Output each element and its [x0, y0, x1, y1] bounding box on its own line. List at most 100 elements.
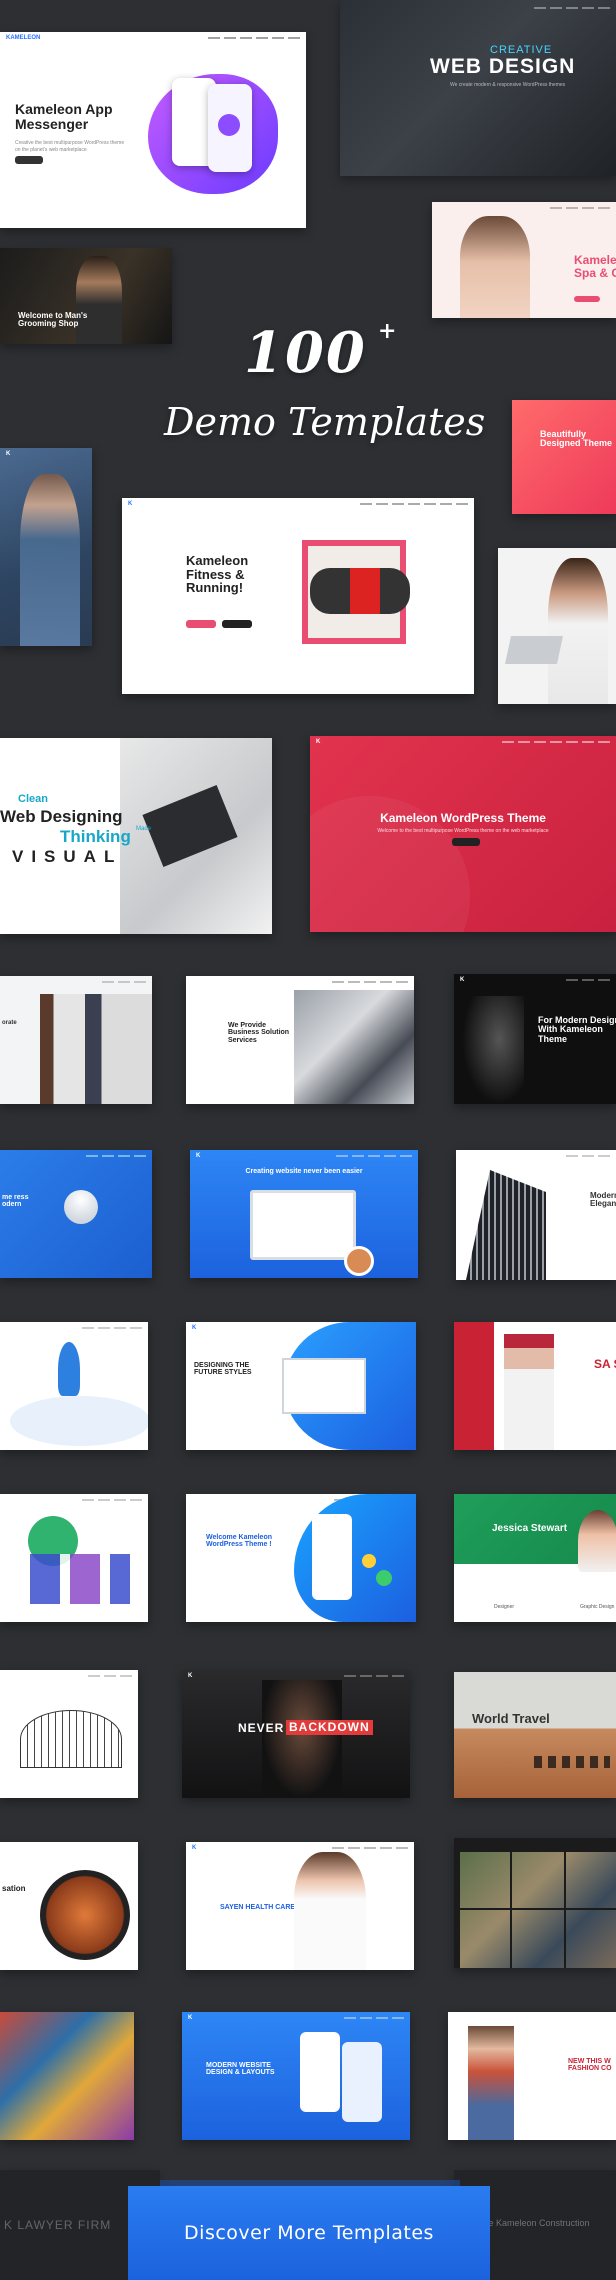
demo-elegant-building[interactable]: Modern Elegan — [456, 1150, 616, 1280]
portrait-man — [468, 2026, 514, 2140]
demo-business-man[interactable]: K — [0, 448, 92, 646]
demo-button — [186, 620, 216, 628]
demo-left-label: Designer — [494, 1604, 515, 1610]
demo-title: We Provide Business Solution Services — [228, 1022, 290, 1044]
hero-subtitle: Demo Templates — [164, 400, 486, 444]
demo-modern-design[interactable]: K For Modern Design With Kameleon Theme — [454, 974, 616, 1104]
demo-fitness[interactable]: K Kameleon Fitness & Running! — [122, 498, 474, 694]
demo-line-3: Thinking — [60, 827, 131, 846]
demo-description: Creative the best multipurpose WordPress… — [15, 140, 125, 153]
logo: KAMELEON — [6, 35, 41, 41]
demo-title: NEVER — [238, 1721, 285, 1735]
demo-health-care[interactable]: K SAYEN HEALTH CARE — [186, 1842, 414, 1970]
demo-title: K LAWYER FIRM — [4, 2218, 112, 2232]
portrait-woman — [460, 216, 530, 318]
hero-plus: + — [378, 318, 397, 344]
demo-title: NEW THIS W FASHION CO — [568, 2058, 612, 2073]
portrait-woman — [578, 1510, 616, 1572]
demo-line-1: Clean — [18, 793, 48, 805]
demo-app-messenger[interactable]: KAMELEON Kameleon App Messenger Creative… — [0, 32, 306, 228]
laptop-mockup — [282, 1358, 366, 1414]
demo-title: SAYEN HEALTH CARE — [220, 1904, 296, 1911]
demo-title: Beautifully Designed Theme — [540, 429, 613, 449]
demo-grooming[interactable]: Welcome to Man's Grooming Shop — [0, 248, 172, 344]
demo-wordpress-blue[interactable]: me ress odern — [0, 1150, 152, 1278]
demo-sale-fashion[interactable]: SA ST — [454, 1322, 616, 1450]
demo-line-3b: Made — [136, 826, 152, 832]
demo-clean-design[interactable]: Clean Web Designing Thinking Made VISUAL — [0, 738, 272, 934]
demo-welcome-wordpress[interactable]: Welcome Kameleon WordPress Theme ! — [186, 1494, 416, 1622]
demo-title: Jessica Stewart — [492, 1523, 568, 1534]
phone-mockup — [300, 2032, 340, 2112]
demo-business-solution[interactable]: We Provide Business Solution Services — [186, 976, 414, 1104]
portrait-man — [76, 256, 122, 344]
portrait-woman — [548, 558, 608, 704]
cloud-shape — [10, 1396, 148, 1446]
demo-future-styles[interactable]: K DESIGNING THE FUTURE STYLES — [186, 1322, 416, 1450]
demo-jessica-stewart[interactable]: Jessica Stewart Designer Graphic Design — [454, 1494, 616, 1622]
portrait-man — [20, 474, 80, 646]
clock-object — [344, 1246, 374, 1276]
demo-line-4: VISUAL — [12, 847, 123, 866]
demo-restaurant[interactable]: sation — [0, 1842, 138, 1970]
demo-title: Welcome to Man's Grooming Shop — [18, 311, 88, 329]
building-photo — [466, 1170, 546, 1280]
demo-title: DESIGNING THE FUTURE STYLES — [194, 1362, 252, 1377]
demo-title: WEB DESIGN — [430, 55, 576, 78]
demo-title: World Travel — [472, 1711, 550, 1726]
food-bowl — [40, 1870, 130, 1960]
demo-beautiful-theme[interactable]: Beautifully Designed Theme — [512, 400, 616, 514]
demo-title: SA ST — [594, 1357, 616, 1371]
doctor-photo — [294, 1852, 366, 1970]
demo-title: Creating website never been easier — [245, 1168, 363, 1175]
demo-wordpress-theme[interactable]: K Kameleon WordPress Theme Welcome to th… — [310, 736, 616, 932]
circle-green — [376, 1570, 392, 1586]
team-photo — [294, 990, 414, 1104]
sphere-object — [56, 1182, 106, 1232]
colosseum-sketch — [20, 1710, 122, 1768]
demo-world-travel[interactable]: World Travel — [454, 1672, 616, 1798]
demo-rocket[interactable] — [0, 1322, 148, 1450]
portrait-woman — [504, 1334, 554, 1450]
demo-right-label: Graphic Design — [580, 1604, 615, 1610]
camels-silhouette — [534, 1756, 610, 1768]
demo-title: me ress odern — [2, 1194, 29, 1209]
demo-description: We create modern & responsive WordPress … — [450, 82, 566, 88]
discover-more-button[interactable]: Discover More Templates — [128, 2186, 490, 2280]
people-illustration — [30, 1554, 130, 1604]
people-photo — [40, 994, 152, 1104]
laptop-mockup — [250, 1190, 356, 1260]
demo-title: Kameleon WordPress Theme — [380, 811, 546, 825]
demo-spa[interactable]: Kameleon Spa & C — [432, 202, 616, 318]
demo-title: orate — [2, 1020, 17, 1026]
app-icon — [218, 114, 240, 136]
demo-title: Modern Elegan — [590, 1191, 616, 1209]
demo-title: For Modern Design With Kameleon Theme — [538, 1015, 616, 1044]
demo-title: Kameleon App Messenger — [15, 101, 113, 132]
demo-fashion[interactable]: NEW THIS W FASHION CO — [448, 2012, 616, 2140]
portrait-man — [462, 996, 524, 1104]
demo-title: The Kameleon Construction — [478, 2218, 590, 2228]
demo-highlight: BACKDOWN — [286, 1720, 373, 1735]
demo-easy-website[interactable]: K Creating website never been easier — [190, 1150, 418, 1278]
demo-title: sation — [2, 1884, 26, 1893]
demo-modern-layouts[interactable]: K MODERN WEBSITE DESIGN & LAYOUTS — [182, 2012, 410, 2140]
hero-count: 100 — [244, 320, 367, 386]
demo-button — [222, 620, 252, 628]
demo-button — [574, 296, 600, 302]
gallery-grid — [460, 1852, 616, 1968]
demo-colosseum[interactable] — [0, 1670, 138, 1798]
demo-description: Welcome to the best multipurpose WordPre… — [377, 828, 549, 834]
demo-illustration[interactable] — [0, 1494, 148, 1622]
demo-web-design[interactable]: CREATIVE WEB DESIGN We create modern & r… — [340, 0, 616, 176]
demo-street-art[interactable] — [0, 2012, 134, 2140]
demo-button — [15, 156, 43, 164]
demo-woman-laptop[interactable] — [498, 548, 616, 704]
demo-never-backdown[interactable]: K NEVER BACKDOWN — [182, 1670, 410, 1798]
athlete-photo — [262, 1680, 342, 1798]
demo-photo-gallery[interactable] — [454, 1838, 616, 1968]
phone-mockup — [342, 2042, 382, 2122]
demo-corporate[interactable]: orate — [0, 976, 152, 1104]
discover-more-label: Discover More Templates — [184, 2222, 434, 2244]
circle-yellow — [362, 1554, 376, 1568]
